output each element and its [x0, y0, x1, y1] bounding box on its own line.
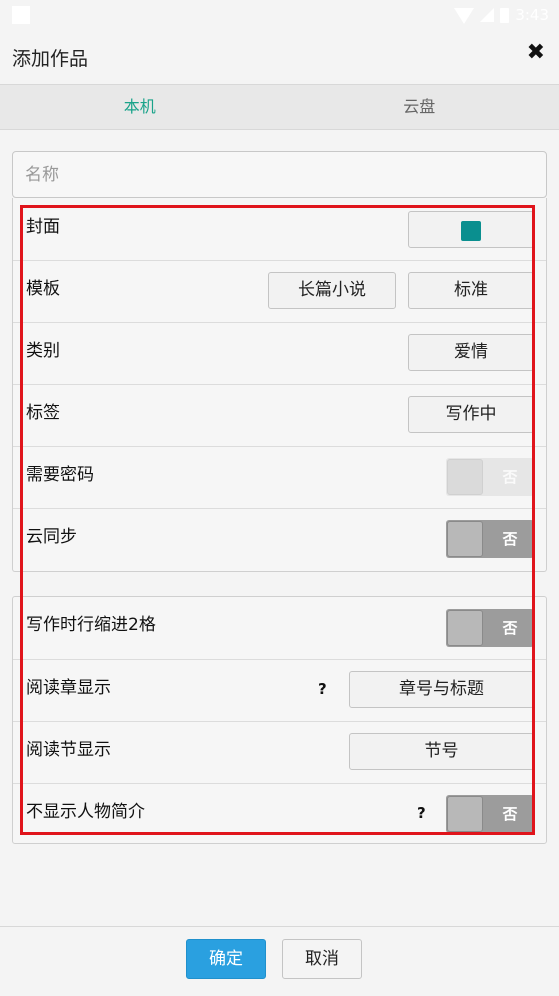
category-row: 类别 爱情 — [13, 322, 546, 385]
tab-cloud[interactable]: 云盘 — [280, 85, 559, 129]
wifi-icon — [454, 8, 474, 24]
help-icon[interactable]: ? — [318, 680, 327, 698]
close-icon[interactable]: ✖ — [527, 40, 545, 65]
category-label: 类别 — [26, 336, 60, 361]
toggle-knob — [447, 610, 483, 646]
notification-icon — [12, 6, 30, 24]
password-label: 需要密码 — [26, 460, 94, 485]
tag-button[interactable]: 写作中 — [408, 396, 534, 433]
cover-label: 封面 — [26, 212, 60, 237]
cancel-button[interactable]: 取消 — [282, 939, 362, 979]
chapter-display-label: 阅读章显示 — [26, 673, 111, 698]
status-icons: 3:43 — [454, 5, 549, 25]
name-input[interactable] — [12, 151, 547, 198]
template-row: 模板 长篇小说 标准 — [13, 260, 546, 323]
tab-local[interactable]: 本机 — [0, 85, 280, 129]
signal-icon — [480, 8, 494, 22]
battery-icon — [500, 8, 509, 23]
dialog-footer: 确定 取消 — [0, 926, 559, 996]
hide-character-label: 不显示人物简介 — [26, 797, 145, 822]
confirm-button[interactable]: 确定 — [186, 939, 266, 979]
tag-label: 标签 — [26, 398, 60, 423]
dialog-title: 添加作品 — [12, 44, 88, 71]
source-tabs: 本机 云盘 — [0, 84, 559, 130]
toggle-state: 否 — [486, 520, 534, 558]
toggle-knob — [447, 459, 483, 495]
cloud-sync-toggle[interactable]: 否 — [446, 520, 534, 558]
template-label: 模板 — [26, 274, 60, 299]
help-icon[interactable]: ? — [417, 804, 426, 822]
indent-row: 写作时行缩进2格 否 — [13, 597, 546, 660]
section-display-row: 阅读节显示 节号 — [13, 721, 546, 784]
section-display-label: 阅读节显示 — [26, 735, 111, 760]
cloud-sync-label: 云同步 — [26, 522, 77, 547]
writing-settings-panel: 写作时行缩进2格 否 阅读章显示 ? 章号与标题 阅读节显示 节号 不显示人物简… — [12, 596, 547, 844]
cover-color-swatch — [461, 221, 481, 241]
toggle-knob — [447, 796, 483, 832]
basic-settings-panel: 封面 模板 长篇小说 标准 类别 爱情 标签 写作中 需要密码 否 云同步 否 — [12, 198, 547, 572]
section-display-button[interactable]: 节号 — [349, 733, 534, 770]
category-button[interactable]: 爱情 — [408, 334, 534, 371]
toggle-state: 否 — [486, 609, 534, 647]
cover-button[interactable] — [408, 211, 534, 248]
template-novel-button[interactable]: 长篇小说 — [268, 272, 396, 309]
cloud-sync-row: 云同步 否 — [13, 508, 546, 570]
password-row: 需要密码 否 — [13, 446, 546, 509]
toggle-state: 否 — [486, 458, 534, 496]
chapter-display-row: 阅读章显示 ? 章号与标题 — [13, 659, 546, 722]
chapter-display-button[interactable]: 章号与标题 — [349, 671, 534, 708]
dialog-header: 添加作品 ✖ — [0, 30, 559, 84]
status-bar: 3:43 — [0, 0, 559, 30]
indent-label: 写作时行缩进2格 — [26, 610, 156, 635]
hide-character-toggle[interactable]: 否 — [446, 795, 534, 833]
toggle-knob — [447, 521, 483, 557]
status-time: 3:43 — [515, 6, 549, 24]
template-standard-button[interactable]: 标准 — [408, 272, 534, 309]
toggle-state: 否 — [486, 795, 534, 833]
tag-row: 标签 写作中 — [13, 384, 546, 447]
password-toggle[interactable]: 否 — [446, 458, 534, 496]
indent-toggle[interactable]: 否 — [446, 609, 534, 647]
cover-row: 封面 — [13, 198, 546, 261]
hide-character-row: 不显示人物简介 ? 否 — [13, 783, 546, 845]
